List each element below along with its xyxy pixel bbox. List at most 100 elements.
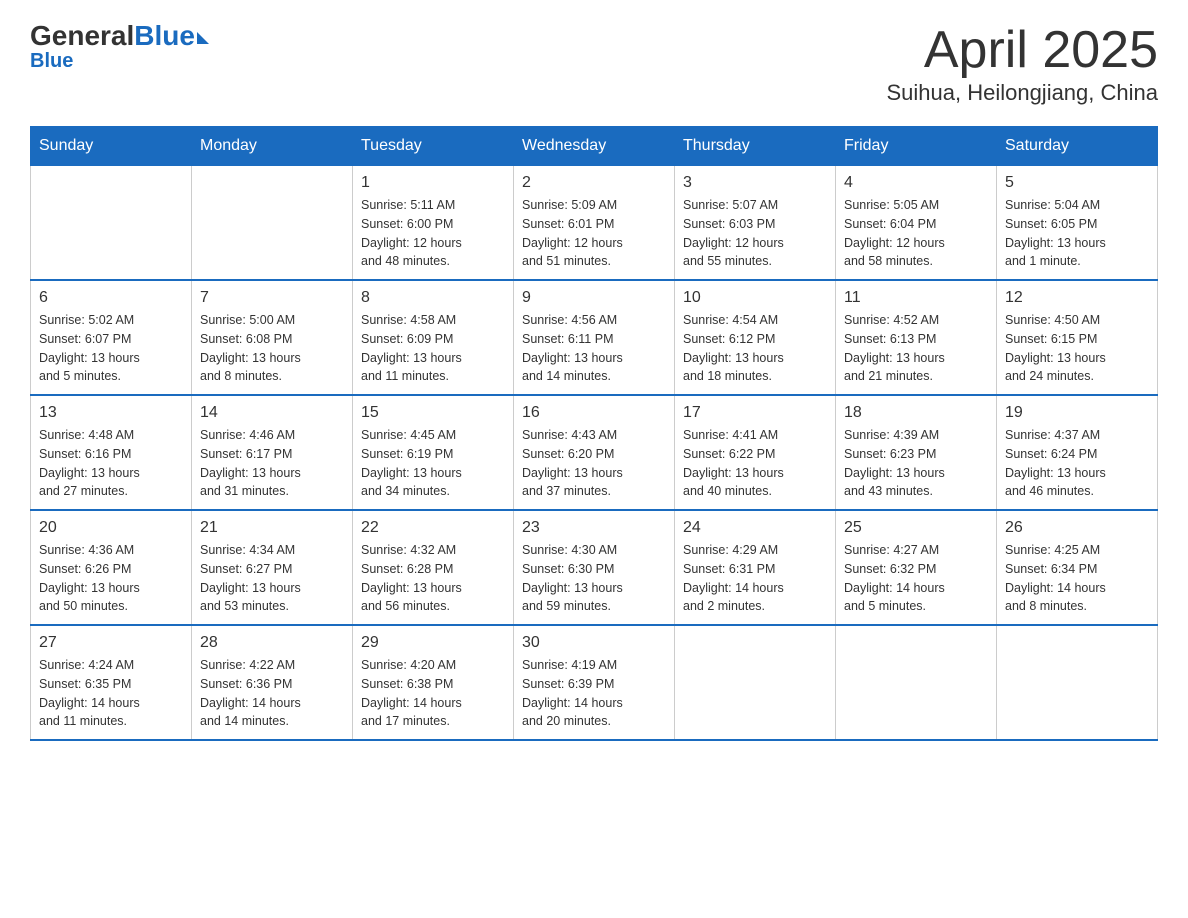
day-number: 25 [844, 519, 988, 537]
logo-general-text: General [30, 20, 134, 52]
weekday-header-saturday: Saturday [997, 127, 1158, 166]
page-header: General Blue Blue April 2025 Suihua, Hei… [30, 20, 1158, 106]
day-number: 17 [683, 404, 827, 422]
day-number: 21 [200, 519, 344, 537]
day-number: 11 [844, 289, 988, 307]
day-info: Sunrise: 4:50 AM Sunset: 6:15 PM Dayligh… [1005, 311, 1149, 386]
calendar-cell: 3 Sunrise: 5:07 AM Sunset: 6:03 PM Daylig… [675, 166, 836, 281]
day-number: 26 [1005, 519, 1149, 537]
day-number: 12 [1005, 289, 1149, 307]
day-info: Sunrise: 5:00 AM Sunset: 6:08 PM Dayligh… [200, 311, 344, 386]
day-number: 23 [522, 519, 666, 537]
calendar-cell: 5 Sunrise: 5:04 AM Sunset: 6:05 PM Daylig… [997, 166, 1158, 281]
logo-subtitle: Blue [30, 50, 73, 73]
day-info: Sunrise: 4:34 AM Sunset: 6:27 PM Dayligh… [200, 541, 344, 616]
weekday-header-tuesday: Tuesday [353, 127, 514, 166]
calendar-cell: 24 Sunrise: 4:29 AM Sunset: 6:31 PM Dayli… [675, 510, 836, 625]
calendar-cell: 19 Sunrise: 4:37 AM Sunset: 6:24 PM Dayli… [997, 395, 1158, 510]
calendar-cell: 17 Sunrise: 4:41 AM Sunset: 6:22 PM Dayli… [675, 395, 836, 510]
day-info: Sunrise: 4:20 AM Sunset: 6:38 PM Dayligh… [361, 656, 505, 731]
calendar-cell: 1 Sunrise: 5:11 AM Sunset: 6:00 PM Daylig… [353, 166, 514, 281]
calendar-cell [192, 166, 353, 281]
day-number: 19 [1005, 404, 1149, 422]
calendar-table: SundayMondayTuesdayWednesdayThursdayFrid… [30, 126, 1158, 741]
day-number: 18 [844, 404, 988, 422]
day-number: 1 [361, 174, 505, 192]
day-number: 6 [39, 289, 183, 307]
calendar-cell: 20 Sunrise: 4:36 AM Sunset: 6:26 PM Dayli… [31, 510, 192, 625]
day-number: 5 [1005, 174, 1149, 192]
day-info: Sunrise: 4:36 AM Sunset: 6:26 PM Dayligh… [39, 541, 183, 616]
day-info: Sunrise: 4:24 AM Sunset: 6:35 PM Dayligh… [39, 656, 183, 731]
day-info: Sunrise: 4:37 AM Sunset: 6:24 PM Dayligh… [1005, 426, 1149, 501]
day-number: 4 [844, 174, 988, 192]
day-info: Sunrise: 4:43 AM Sunset: 6:20 PM Dayligh… [522, 426, 666, 501]
day-number: 3 [683, 174, 827, 192]
week-row-3: 13Sunrise: 4:48 AM Sunset: 6:16 PM Dayli… [31, 395, 1158, 510]
weekday-header-row: SundayMondayTuesdayWednesdayThursdayFrid… [31, 127, 1158, 166]
day-info: Sunrise: 5:11 AM Sunset: 6:00 PM Dayligh… [361, 196, 505, 271]
day-number: 10 [683, 289, 827, 307]
weekday-header-wednesday: Wednesday [514, 127, 675, 166]
logo-blue-text: Blue [134, 20, 195, 52]
day-info: Sunrise: 4:46 AM Sunset: 6:17 PM Dayligh… [200, 426, 344, 501]
calendar-cell: 21 Sunrise: 4:34 AM Sunset: 6:27 PM Dayli… [192, 510, 353, 625]
calendar-cell [997, 625, 1158, 740]
calendar-cell: 25Sunrise: 4:27 AM Sunset: 6:32 PM Dayli… [836, 510, 997, 625]
calendar-cell: 27 Sunrise: 4:24 AM Sunset: 6:35 PM Dayli… [31, 625, 192, 740]
calendar-cell: 16 Sunrise: 4:43 AM Sunset: 6:20 PM Dayli… [514, 395, 675, 510]
day-number: 13 [39, 404, 183, 422]
day-number: 7 [200, 289, 344, 307]
day-number: 16 [522, 404, 666, 422]
calendar-cell: 7 Sunrise: 5:00 AM Sunset: 6:08 PM Daylig… [192, 280, 353, 395]
month-title: April 2025 [886, 20, 1158, 80]
day-number: 2 [522, 174, 666, 192]
day-info: Sunrise: 4:29 AM Sunset: 6:31 PM Dayligh… [683, 541, 827, 616]
calendar-cell: 10Sunrise: 4:54 AM Sunset: 6:12 PM Dayli… [675, 280, 836, 395]
day-info: Sunrise: 4:45 AM Sunset: 6:19 PM Dayligh… [361, 426, 505, 501]
logo-triangle-icon [197, 32, 209, 44]
calendar-cell: 13Sunrise: 4:48 AM Sunset: 6:16 PM Dayli… [31, 395, 192, 510]
day-number: 20 [39, 519, 183, 537]
calendar-cell: 22Sunrise: 4:32 AM Sunset: 6:28 PM Dayli… [353, 510, 514, 625]
day-info: Sunrise: 5:04 AM Sunset: 6:05 PM Dayligh… [1005, 196, 1149, 271]
week-row-2: 6 Sunrise: 5:02 AM Sunset: 6:07 PM Daylig… [31, 280, 1158, 395]
day-info: Sunrise: 4:25 AM Sunset: 6:34 PM Dayligh… [1005, 541, 1149, 616]
calendar-cell: 18 Sunrise: 4:39 AM Sunset: 6:23 PM Dayli… [836, 395, 997, 510]
calendar-cell [675, 625, 836, 740]
day-info: Sunrise: 5:07 AM Sunset: 6:03 PM Dayligh… [683, 196, 827, 271]
day-info: Sunrise: 4:39 AM Sunset: 6:23 PM Dayligh… [844, 426, 988, 501]
day-info: Sunrise: 4:41 AM Sunset: 6:22 PM Dayligh… [683, 426, 827, 501]
calendar-cell: 4 Sunrise: 5:05 AM Sunset: 6:04 PM Daylig… [836, 166, 997, 281]
week-row-5: 27 Sunrise: 4:24 AM Sunset: 6:35 PM Dayli… [31, 625, 1158, 740]
calendar-cell: 28Sunrise: 4:22 AM Sunset: 6:36 PM Dayli… [192, 625, 353, 740]
day-number: 15 [361, 404, 505, 422]
day-number: 24 [683, 519, 827, 537]
weekday-header-sunday: Sunday [31, 127, 192, 166]
calendar-cell: 26 Sunrise: 4:25 AM Sunset: 6:34 PM Dayli… [997, 510, 1158, 625]
calendar-cell: 30Sunrise: 4:19 AM Sunset: 6:39 PM Dayli… [514, 625, 675, 740]
calendar-cell: 14Sunrise: 4:46 AM Sunset: 6:17 PM Dayli… [192, 395, 353, 510]
weekday-header-monday: Monday [192, 127, 353, 166]
day-number: 27 [39, 634, 183, 652]
calendar-cell: 9Sunrise: 4:56 AM Sunset: 6:11 PM Daylig… [514, 280, 675, 395]
calendar-cell: 11Sunrise: 4:52 AM Sunset: 6:13 PM Dayli… [836, 280, 997, 395]
day-info: Sunrise: 4:56 AM Sunset: 6:11 PM Dayligh… [522, 311, 666, 386]
weekday-header-thursday: Thursday [675, 127, 836, 166]
logo: General Blue Blue [30, 20, 209, 73]
calendar-cell: 8Sunrise: 4:58 AM Sunset: 6:09 PM Daylig… [353, 280, 514, 395]
day-info: Sunrise: 4:22 AM Sunset: 6:36 PM Dayligh… [200, 656, 344, 731]
calendar-cell [836, 625, 997, 740]
day-info: Sunrise: 5:09 AM Sunset: 6:01 PM Dayligh… [522, 196, 666, 271]
location-title: Suihua, Heilongjiang, China [886, 80, 1158, 106]
day-info: Sunrise: 5:02 AM Sunset: 6:07 PM Dayligh… [39, 311, 183, 386]
day-info: Sunrise: 4:30 AM Sunset: 6:30 PM Dayligh… [522, 541, 666, 616]
week-row-1: 1 Sunrise: 5:11 AM Sunset: 6:00 PM Daylig… [31, 166, 1158, 281]
title-section: April 2025 Suihua, Heilongjiang, China [886, 20, 1158, 106]
day-info: Sunrise: 5:05 AM Sunset: 6:04 PM Dayligh… [844, 196, 988, 271]
calendar-cell: 23 Sunrise: 4:30 AM Sunset: 6:30 PM Dayli… [514, 510, 675, 625]
calendar-cell: 6 Sunrise: 5:02 AM Sunset: 6:07 PM Daylig… [31, 280, 192, 395]
day-info: Sunrise: 4:32 AM Sunset: 6:28 PM Dayligh… [361, 541, 505, 616]
calendar-cell: 2 Sunrise: 5:09 AM Sunset: 6:01 PM Daylig… [514, 166, 675, 281]
week-row-4: 20 Sunrise: 4:36 AM Sunset: 6:26 PM Dayli… [31, 510, 1158, 625]
